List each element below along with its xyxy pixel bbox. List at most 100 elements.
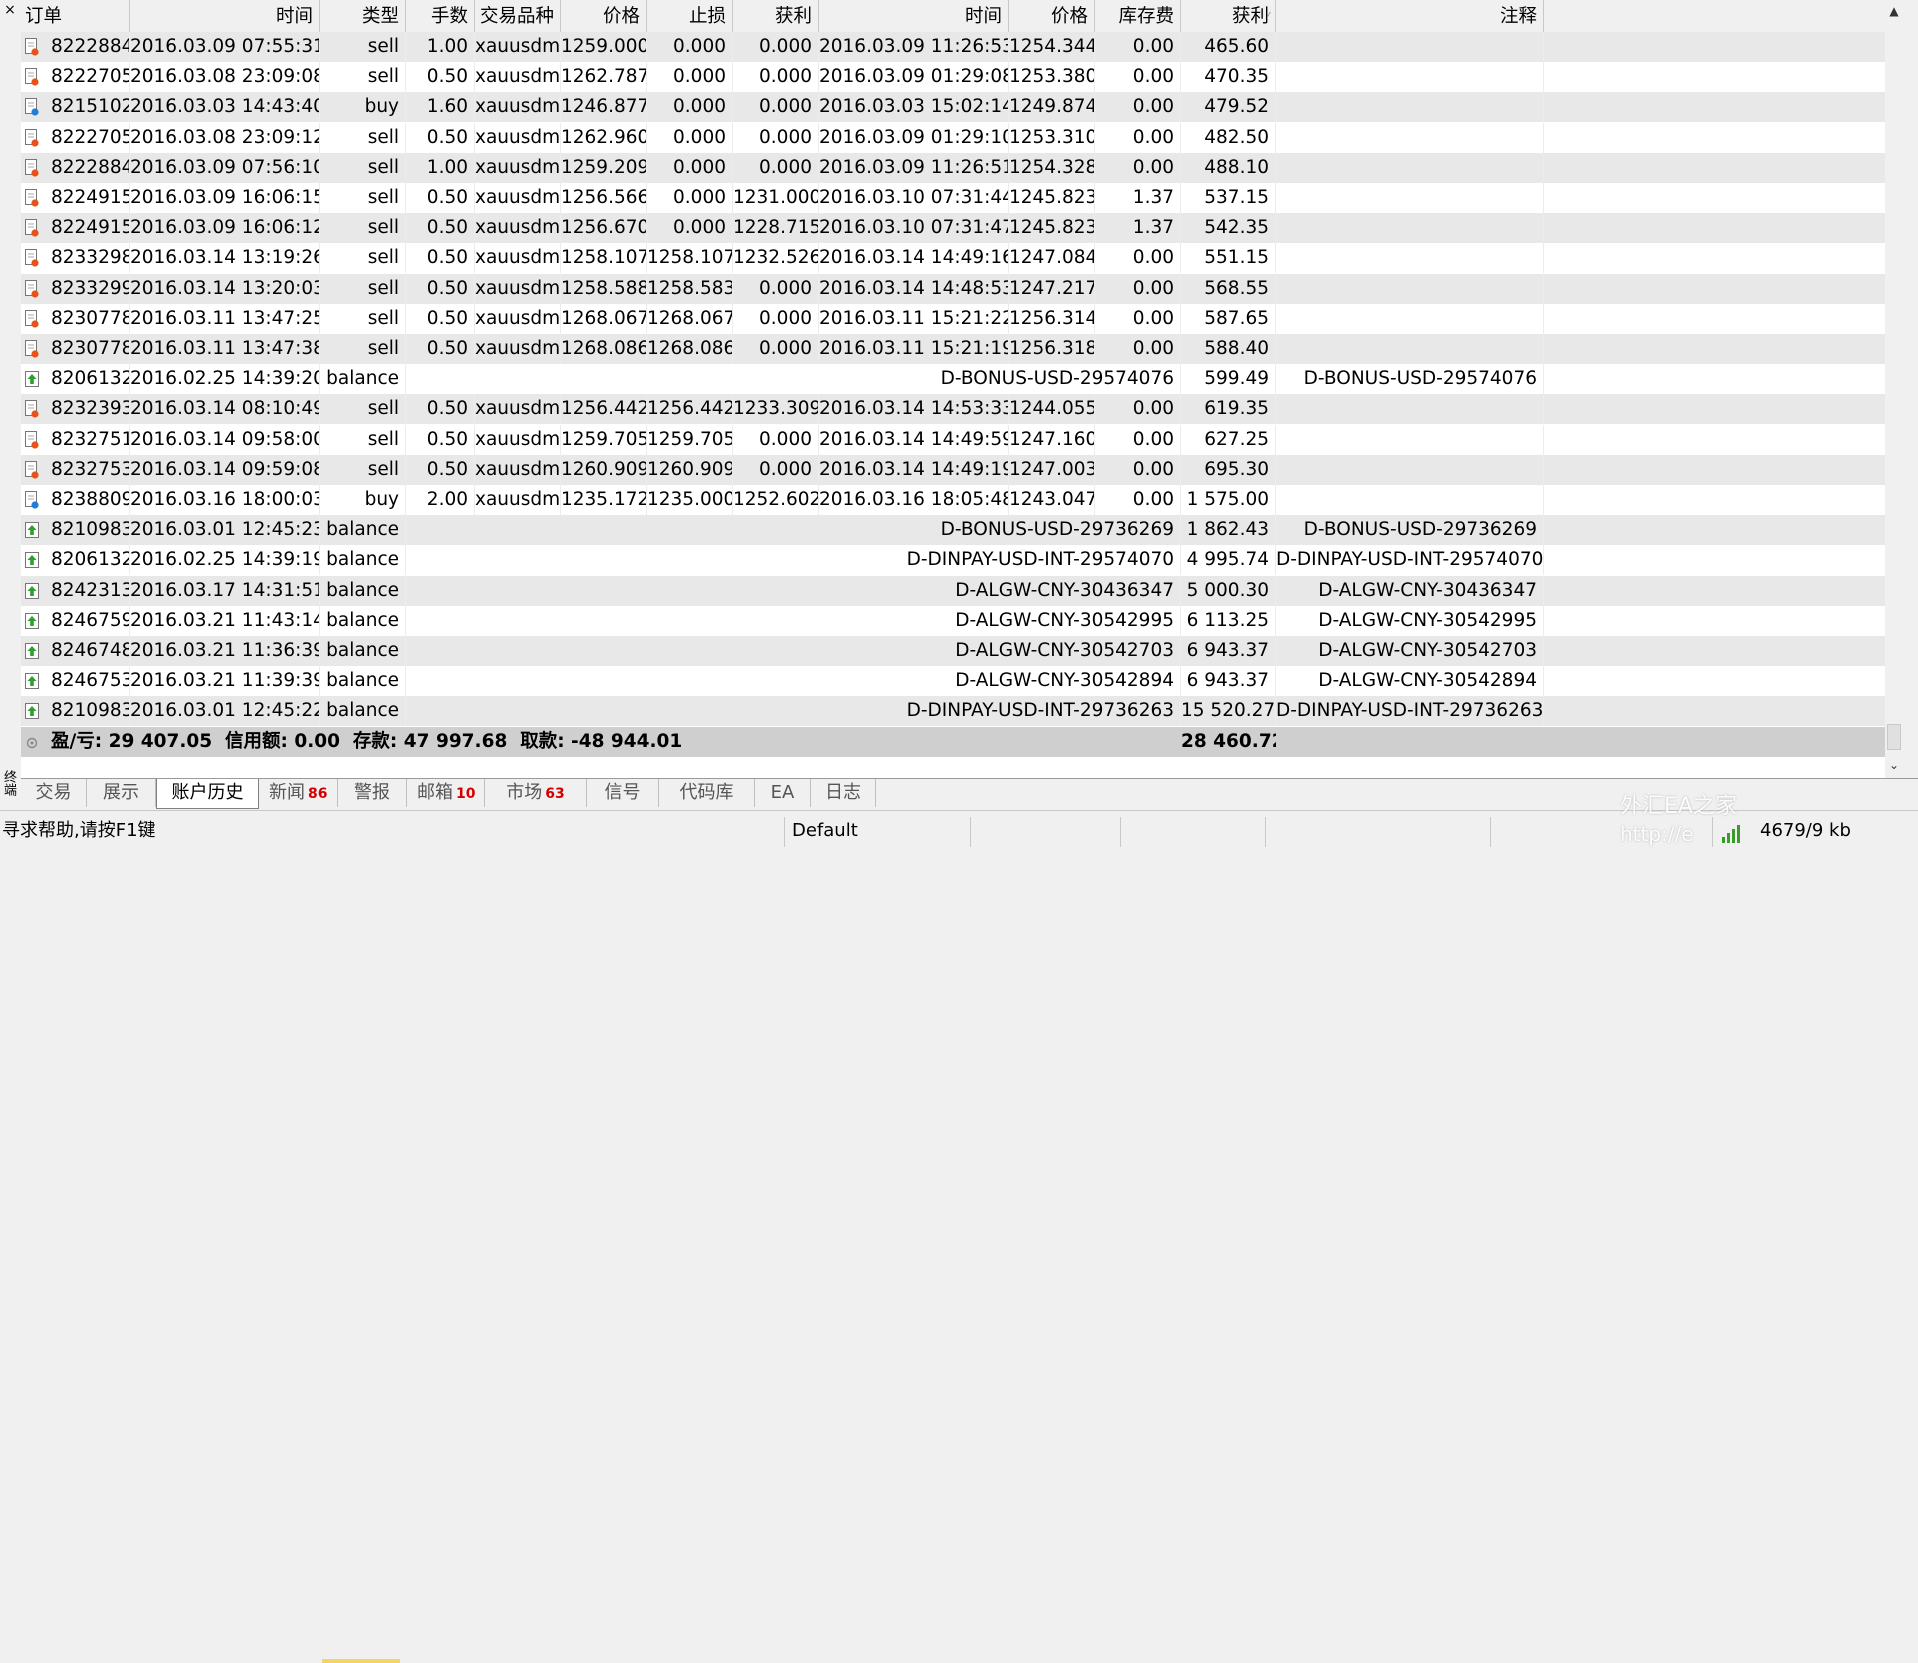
tab-7[interactable]: 信号 [587,779,659,807]
status-divider [784,817,785,847]
tab-0[interactable]: 交易 [21,779,87,807]
table-row[interactable]: 821098302016.03.01 12:45:22balance 15 520… [21,696,1885,727]
cell-swap: 0.00 [1095,152,1181,183]
column-header[interactable]: 获利 [1181,0,1276,32]
tab-10[interactable]: 日志 [811,779,876,807]
tab-5[interactable]: 邮箱 10 [407,779,485,807]
tab-4[interactable]: 警报 [338,779,407,807]
tab-2[interactable]: 账户历史 [156,779,259,809]
close-icon[interactable]: × [0,0,20,20]
tab-1[interactable]: 展示 [87,779,156,807]
table-row[interactable]: 824231302016.03.17 14:31:51balance 5 000.… [21,575,1885,606]
column-header[interactable]: 订单 [21,0,130,32]
table-row[interactable]: 822288422016.03.09 07:56:10sell1.00xauus… [21,152,1885,183]
column-header[interactable]: 库存费 [1095,0,1181,32]
cell-sl: 0.000 [647,62,733,93]
table-row[interactable]: 821510292016.03.03 14:43:40buy1.60xauusd… [21,92,1885,123]
cell-comment [1276,273,1544,304]
cell-order: 82323930 [21,394,130,425]
tab-8[interactable]: 代码库 [659,779,755,807]
tab-label: 代码库 [679,782,734,803]
cell-sl: 1260.909 [647,454,733,485]
table-row[interactable]: 823275122016.03.14 09:58:00sell0.50xauus… [21,424,1885,455]
column-header[interactable]: 价格 [1009,0,1095,32]
cell-close-time: 2016.03.09 11:26:53 [819,32,1009,62]
summary-row: 盈/亏: 29 407.05 信用额: 0.00 存款: 47 997.68 取… [21,726,1885,757]
cell-comment: D-DINPAY-USD-INT-29736263 [1276,696,1544,727]
column-header[interactable]: 时间 [130,0,320,32]
table-row[interactable]: 823077802016.03.11 13:47:25sell0.50xauus… [21,303,1885,334]
tab-9[interactable]: EA [755,779,811,807]
cell-swap: 0.00 [1095,424,1181,455]
cell-swap: 0.00 [1095,303,1181,334]
cell-comment [1276,243,1544,274]
cell-comment [1276,152,1544,183]
cell-order: 82332996 [21,273,130,304]
column-header[interactable]: 价格 [561,0,647,32]
cell-close-price: 1243.047 [1009,485,1095,515]
cell-close-price: 1247.217 [1009,273,1095,304]
cell-symbol: xauusdm [475,152,561,183]
table-row[interactable]: 820613272016.02.25 14:39:19balance 4 995.… [21,545,1885,576]
column-header[interactable]: 手数 [406,0,475,32]
column-header[interactable]: 获利 [733,0,819,32]
column-header[interactable]: 注释 [1276,0,1544,32]
table-row[interactable]: 822270512016.03.08 23:09:08sell0.50xauus… [21,62,1885,93]
cell-type: sell [320,62,406,93]
cell-symbol: xauusdm [475,183,561,213]
table-row[interactable]: 822270522016.03.08 23:09:12sell0.50xauus… [21,122,1885,153]
cell-profit: 695.30 [1181,454,1276,485]
cell-tp: 1252.602 [733,485,819,515]
table-row[interactable]: 823275382016.03.14 09:59:08sell0.50xauus… [21,454,1885,485]
table-row[interactable]: 823880902016.03.16 18:00:03buy2.00xauusd… [21,485,1885,515]
column-header[interactable]: 类型 [320,0,406,32]
table-row[interactable]: 823329862016.03.14 13:19:26sell0.50xauus… [21,243,1885,274]
cell-close-time: 2016.03.03 15:02:14 [819,92,1009,123]
cell-close-price: 1256.314 [1009,303,1095,334]
scroll-down-icon[interactable]: ⌄ [1885,756,1903,774]
column-header[interactable]: 交易品种 [475,0,561,32]
cell-swap: 0.00 [1095,334,1181,364]
table-row[interactable]: 824675332016.03.21 11:39:39balance 6 943.… [21,666,1885,697]
column-header[interactable]: 时间 [819,0,1009,32]
cell-order: 82061327 [21,545,130,576]
cell-price: 1259.209 [561,152,647,183]
cell-profit: 537.15 [1181,183,1276,213]
cell-symbol: xauusdm [475,213,561,244]
column-header[interactable]: 止损 [647,0,733,32]
status-help-text: 寻求帮助,请按F1键 [2,820,156,841]
cell-symbol: xauusdm [475,485,561,515]
table-row[interactable]: 822491582016.03.09 16:06:15sell0.50xauus… [21,183,1885,213]
tab-3[interactable]: 新闻 86 [259,779,338,807]
cell-tp: 0.000 [733,152,819,183]
cell-order: 82307780 [21,303,130,334]
cell-sl: 0.000 [647,213,733,244]
tab-6[interactable]: 市场 63 [485,779,587,807]
cell-order: 82227051 [21,62,130,93]
cell-time: 2016.03.14 13:19:26 [130,243,320,274]
table-row[interactable]: 823077852016.03.11 13:47:38sell0.50xauus… [21,334,1885,364]
table-row[interactable]: 823239302016.03.14 08:10:49sell0.50xauus… [21,394,1885,425]
table-row[interactable]: 823329962016.03.14 13:20:03sell0.50xauus… [21,273,1885,304]
cell-order: 82467487 [21,636,130,666]
table-row[interactable]: 821098312016.03.01 12:45:23balance 1 862.… [21,515,1885,546]
table-row[interactable]: 820613282016.02.25 14:39:20balance 599.49… [21,364,1885,395]
cell-profit: 599.49 [1181,364,1276,395]
cell-profit: 482.50 [1181,122,1276,153]
vertical-scrollbar[interactable]: ▲ ⌄ [1885,0,1903,778]
sort-indicator-icon: ⁄ [1267,10,1269,23]
cell-type: balance [320,696,406,727]
table-row[interactable]: 822288452016.03.09 07:55:31sell1.00xauus… [21,32,1885,62]
cell-time: 2016.03.08 23:09:08 [130,62,320,93]
scroll-thumb[interactable] [1887,724,1901,750]
cell-order: 82307785 [21,334,130,364]
cell-price: 1259.705 [561,424,647,455]
table-row[interactable]: 824674872016.03.21 11:36:39balance 6 943.… [21,636,1885,666]
cell-swap: 0.00 [1095,454,1181,485]
cell-time: 2016.03.08 23:09:12 [130,122,320,153]
table-row[interactable]: 822491532016.03.09 16:06:12sell0.50xauus… [21,213,1885,244]
table-row[interactable]: 824675962016.03.21 11:43:14balance 6 113.… [21,605,1885,636]
cell-price: 1268.067 [561,303,647,334]
scroll-up-icon[interactable]: ▲ [1885,2,1903,20]
cell-lots: 0.50 [406,273,475,304]
